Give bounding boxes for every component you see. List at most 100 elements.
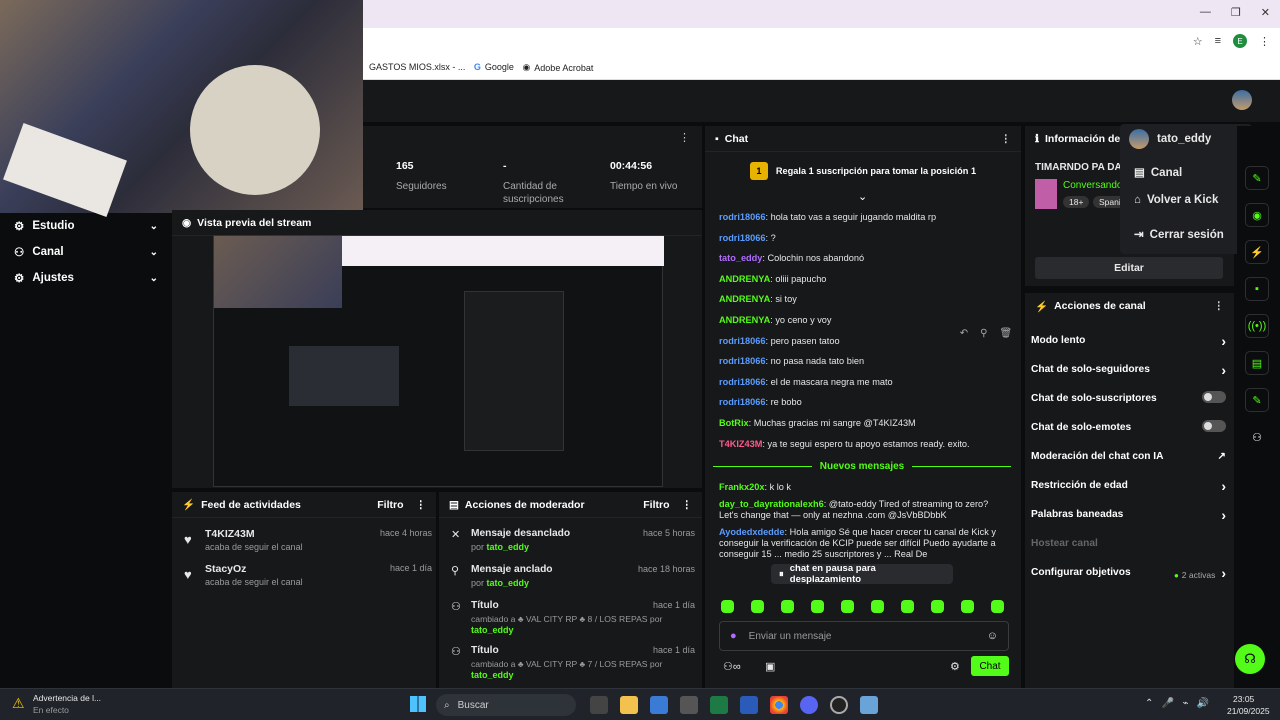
person-figure xyxy=(190,65,320,195)
folder-icon[interactable] xyxy=(620,696,638,714)
chat-username[interactable]: tato_eddy xyxy=(719,253,762,263)
support-icon[interactable]: ☊ xyxy=(1235,644,1265,674)
delete-icon[interactable]: 🗑 xyxy=(1000,328,1013,339)
channel-action-label: Modo lento xyxy=(1031,335,1086,346)
store-icon[interactable] xyxy=(650,696,668,714)
edit-button[interactable]: Editar xyxy=(1035,257,1223,279)
nav-canal[interactable]: ⚇ Canal ⌄ xyxy=(0,239,172,265)
chat-icon: ▪ xyxy=(715,132,719,145)
chat-username[interactable]: rodri18066 xyxy=(719,212,765,222)
menu-item-volver[interactable]: ⌂ Volver a Kick xyxy=(1134,194,1218,206)
menu-icon[interactable]: ⋮ xyxy=(1001,133,1012,145)
menu-icon[interactable]: ⋮ xyxy=(679,131,690,144)
chrome-icon[interactable] xyxy=(770,696,788,714)
avatar[interactable] xyxy=(1232,90,1252,110)
gear-icon[interactable]: ⚙ xyxy=(950,660,960,673)
chat-text: : ? xyxy=(765,232,776,243)
chat-username[interactable]: Ayodedxdedde xyxy=(719,527,785,537)
chat-text: : el de mascara negra me mato xyxy=(765,376,893,387)
send-chat-button[interactable]: Chat xyxy=(971,656,1009,676)
users-icon[interactable]: ⚇∞ xyxy=(723,660,741,673)
menu-item-logout[interactable]: ⇥ Cerrar sesión xyxy=(1134,227,1224,241)
chat-input[interactable]: ● Enviar un mensaje ☺ xyxy=(719,621,1009,651)
media-icon[interactable]: ≡ xyxy=(1215,35,1221,47)
excel-icon[interactable] xyxy=(710,696,728,714)
chat-header: ▪ Chat ⋮ xyxy=(705,126,1021,152)
chat-username[interactable]: ANDRENYA xyxy=(719,274,770,284)
channel-action-row[interactable]: Palabras baneadas › xyxy=(1023,500,1234,529)
chat-username[interactable]: rodri18066 xyxy=(719,233,765,243)
channel-icon: ▤ xyxy=(1134,167,1145,179)
collapse-icon[interactable]: ⌄ xyxy=(858,190,867,203)
taskview-icon[interactable] xyxy=(590,696,608,714)
emoji-icon[interactable]: ☺ xyxy=(987,630,998,642)
filter-button[interactable]: Filtro xyxy=(643,499,669,511)
channel-action-row[interactable]: Chat de solo-seguidores › xyxy=(1023,355,1234,384)
tray-icons[interactable]: ⌃ 🎤 ⌁ 🔊 xyxy=(1145,698,1209,709)
star-icon[interactable]: ☆ xyxy=(1193,35,1203,48)
chat-icon[interactable]: ▪ xyxy=(1245,277,1269,301)
stream-preview-panel: ◉ Vista previa del stream xyxy=(172,210,702,488)
stream-preview-video[interactable] xyxy=(213,235,664,487)
pause-icon: ⏸ xyxy=(779,568,784,580)
mic-icon: ● xyxy=(730,630,737,642)
chat-username[interactable]: rodri18066 xyxy=(719,356,765,366)
maximize-icon[interactable]: ❐ xyxy=(1231,6,1241,19)
bookmark-item[interactable]: ◉ Adobe Acrobat xyxy=(522,55,593,81)
toggle-switch[interactable] xyxy=(1202,420,1226,432)
users-icon[interactable]: ⚇ xyxy=(1245,425,1269,449)
menu-icon[interactable]: ⋮ xyxy=(682,499,693,511)
chat-username[interactable]: ANDRENYA xyxy=(719,294,770,304)
wrench-icon[interactable]: ✎ xyxy=(1245,388,1269,412)
filter-button[interactable]: Filtro xyxy=(377,499,403,511)
discord-icon[interactable] xyxy=(800,696,818,714)
chat-message: rodri18066: el de mascara negra me mato xyxy=(705,377,1013,388)
channel-action-row[interactable]: Moderación del chat con IA ↗ xyxy=(1023,442,1234,471)
taskbar-search[interactable]: ⌕ Buscar xyxy=(436,694,576,716)
chat-username[interactable]: T4KIZ43M xyxy=(719,439,762,449)
calculator-icon[interactable] xyxy=(680,696,698,714)
list-icon[interactable]: ▤ xyxy=(1245,351,1269,375)
windows-start-icon[interactable] xyxy=(410,696,426,712)
menu-item-canal[interactable]: ▤ Canal xyxy=(1134,165,1182,179)
chevron-right-icon: › xyxy=(1221,332,1226,349)
channel-action-row[interactable]: Configurar objetivos ● 2 activas › xyxy=(1023,558,1234,587)
chat-username[interactable]: rodri18066 xyxy=(719,397,765,407)
bolt-icon[interactable]: ⚡ xyxy=(1245,240,1269,264)
store-icon[interactable]: ▣ xyxy=(765,660,775,673)
chat-username[interactable]: ANDRENYA xyxy=(719,315,770,325)
emote-bar[interactable] xyxy=(721,600,1011,616)
nav-estudio[interactable]: ⚙ Estudio ⌄ xyxy=(0,213,172,239)
close-icon[interactable]: ✕ xyxy=(1261,6,1270,19)
obs-icon[interactable] xyxy=(830,696,848,714)
channel-action-row[interactable]: Chat de solo-suscriptores xyxy=(1023,384,1234,413)
bookmark-item[interactable]: G Google xyxy=(474,54,514,80)
chat-username[interactable]: Frankx20x xyxy=(719,482,764,492)
menu-icon[interactable]: ⋮ xyxy=(1214,300,1225,312)
profile-avatar[interactable]: E xyxy=(1233,34,1247,48)
pin-icon[interactable]: ⚲ xyxy=(980,328,987,339)
toggle-switch[interactable] xyxy=(1202,391,1226,403)
channel-action-row[interactable]: Hostear canal xyxy=(1023,529,1234,558)
gift-banner[interactable]: 1 Regala 1 suscripción para tomar la pos… xyxy=(705,156,1021,186)
chat-paused-notice[interactable]: ⏸ chat en pausa para desplazamiento xyxy=(771,563,953,585)
pencil-icon[interactable]: ✎ xyxy=(1245,166,1269,190)
camera-icon[interactable]: ◉ xyxy=(1245,203,1269,227)
bookmark-item[interactable]: GASTOS MIOS.xlsx - ... xyxy=(369,54,465,80)
menu-icon[interactable]: ⋮ xyxy=(1259,35,1270,48)
reply-icon[interactable]: ↶ xyxy=(960,328,968,339)
chat-username[interactable]: rodri18066 xyxy=(719,377,765,387)
minimize-icon[interactable]: — xyxy=(1200,6,1211,19)
nav-ajustes[interactable]: ⚙ Ajustes ⌄ xyxy=(0,265,172,291)
channel-action-row[interactable]: Chat de solo-emotes xyxy=(1023,413,1234,442)
channel-action-row[interactable]: Modo lento › xyxy=(1023,326,1234,355)
app-icon[interactable] xyxy=(860,696,878,714)
word-icon[interactable] xyxy=(740,696,758,714)
address-bar[interactable] xyxy=(363,28,1280,54)
broadcast-icon[interactable]: ((•)) xyxy=(1245,314,1269,338)
menu-icon[interactable]: ⋮ xyxy=(416,499,427,511)
chat-username[interactable]: day_to_dayrationalexh6 xyxy=(719,499,824,509)
chat-username[interactable]: rodri18066 xyxy=(719,336,765,346)
chat-username[interactable]: BotRix xyxy=(719,418,749,428)
channel-action-row[interactable]: Restricción de edad › xyxy=(1023,471,1234,500)
